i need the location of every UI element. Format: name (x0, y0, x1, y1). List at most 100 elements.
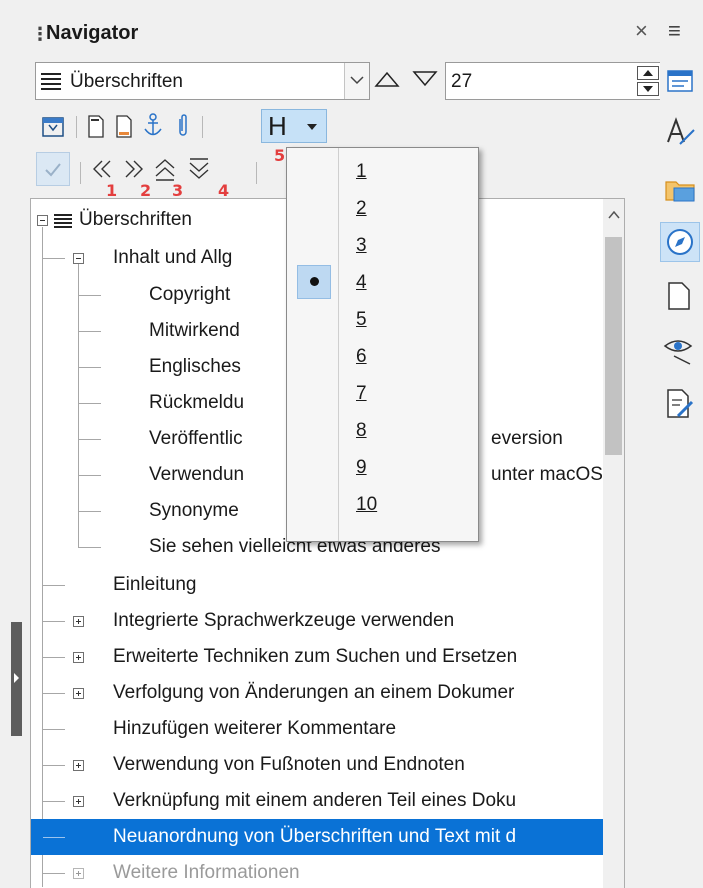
menu-item-label: 3 (356, 235, 367, 256)
collapse-icon[interactable] (73, 253, 84, 264)
left-strip (0, 0, 11, 888)
menu-item-label: 9 (356, 457, 367, 478)
heading-level-item[interactable]: 10 (287, 486, 478, 523)
tree-item-selected[interactable]: Neuanordnung von Überschriften und Text … (31, 819, 624, 855)
heading-level-item[interactable]: 1 (287, 153, 478, 190)
tree-branch (79, 403, 101, 404)
expand-icon[interactable] (73, 868, 84, 879)
combobox-dropdown-button[interactable] (344, 63, 369, 99)
footer-icon[interactable] (112, 110, 136, 142)
heading-level-item-checked[interactable]: 4 (287, 264, 478, 301)
spin-down-button[interactable] (637, 82, 659, 96)
menu-item-label: 2 (356, 198, 367, 219)
manage-changes-icon (667, 389, 694, 418)
expand-icon[interactable] (73, 796, 84, 807)
toolbar-separator (202, 116, 203, 138)
spin-buttons (637, 66, 659, 96)
tree-branch (43, 837, 65, 838)
page-icon (668, 282, 690, 310)
tree-item-label: Integrierte Sprachwerkzeuge verwenden (113, 610, 455, 631)
tree-item-label: Inhalt und Allg (113, 247, 233, 268)
menu-item-label: 6 (356, 346, 367, 367)
tree-scrollbar[interactable] (603, 199, 624, 888)
tree-item[interactable]: Weitere Informationen (31, 855, 624, 888)
heading-level-item[interactable]: 6 (287, 338, 478, 375)
category-combobox[interactable]: Überschriften (35, 62, 370, 100)
heading-level-item[interactable]: 3 (287, 227, 478, 264)
spin-up-button[interactable] (637, 66, 659, 80)
heading-level-item[interactable]: 8 (287, 412, 478, 449)
tree-item-label: Weitere Informationen (113, 862, 300, 883)
compass-icon (667, 229, 693, 255)
tree-branch (79, 331, 101, 332)
marker-5: 5 (274, 146, 286, 165)
anchor-icon[interactable] (140, 110, 166, 142)
tree-branch (79, 439, 101, 440)
tree-item-label: Erweiterte Techniken zum Suchen und Erse… (113, 646, 518, 667)
sidebar-menu-icon[interactable]: ≡ (668, 18, 681, 44)
toolbar-separator (256, 162, 257, 184)
menu-item-label: 7 (356, 383, 367, 404)
heading-level-item[interactable]: 5 (287, 301, 478, 338)
tree-item-label: Veröffentlic (149, 428, 243, 449)
sidebar-styles-button[interactable] (660, 112, 700, 152)
sidebar-gallery-button[interactable] (660, 170, 700, 210)
tree-item[interactable]: Verfolgung von Änderungen an einem Dokum… (31, 675, 624, 711)
tree-item[interactable]: Einleitung (31, 567, 624, 603)
expand-icon[interactable] (73, 760, 84, 771)
toolbar-separator (76, 116, 77, 138)
heading-level-item[interactable]: 9 (287, 449, 478, 486)
properties-icon (667, 70, 693, 92)
tree-item-label: Copyright (149, 284, 231, 305)
tree-branch (43, 621, 65, 622)
gallery-icon (665, 181, 695, 202)
paperclip-icon[interactable] (172, 110, 194, 142)
category-value: Überschriften (70, 71, 183, 92)
expand-icon[interactable] (73, 688, 84, 699)
heading-level-item[interactable]: 2 (287, 190, 478, 227)
menu-item-label: 1 (356, 161, 367, 182)
sidebar-page-button[interactable] (660, 276, 700, 316)
scrollbar-thumb[interactable] (605, 237, 622, 455)
tree-item[interactable]: Hinzufügen weiterer Kommentare (31, 711, 624, 747)
sidebar-style-inspector-button[interactable] (660, 330, 700, 370)
chevron-right-icon (14, 673, 19, 683)
close-icon[interactable]: × (635, 18, 648, 44)
heading-levels-button[interactable]: H (261, 109, 327, 143)
heading-level-item[interactable]: 7 (287, 375, 478, 412)
tree-item[interactable]: Verknüpfung mit einem anderen Teil eines… (31, 783, 624, 819)
tree-item[interactable]: Erweiterte Techniken zum Suchen und Erse… (31, 639, 624, 675)
scroll-up-icon[interactable] (608, 211, 620, 219)
triangle-down-icon (643, 86, 653, 92)
tree-item-label: Verknüpfung mit einem anderen Teil eines… (113, 790, 517, 811)
header-icon[interactable] (84, 110, 108, 142)
tree-branch (79, 511, 101, 512)
menu-item-label: 10 (356, 494, 378, 515)
menu-item-label: 5 (356, 309, 367, 330)
tree-item[interactable]: Integrierte Sprachwerkzeuge verwenden (31, 603, 624, 639)
tree-branch (79, 295, 101, 296)
expand-icon[interactable] (73, 652, 84, 663)
sidebar-manage-changes-button[interactable] (660, 384, 700, 424)
sidebar-properties-button[interactable] (660, 62, 700, 102)
heading-levels-label: H (268, 111, 287, 141)
tree-item[interactable]: Verwendung von Fußnoten und Endnoten (31, 747, 624, 783)
toolbar-separator (80, 162, 81, 184)
next-object-icon[interactable] (412, 70, 438, 88)
tree-branch (79, 475, 101, 476)
tree-branch (43, 729, 65, 730)
collapse-icon[interactable] (37, 215, 48, 226)
previous-object-icon[interactable] (374, 70, 400, 88)
demote-level-icon[interactable] (186, 156, 212, 188)
headings-icon (41, 73, 61, 90)
sidebar-navigator-button[interactable] (660, 222, 700, 262)
tree-branch (43, 873, 65, 874)
position-spinbox[interactable]: 27 (445, 62, 663, 100)
caret-down-icon (307, 124, 317, 130)
content-navigation-view-icon[interactable] (39, 110, 67, 142)
tree-branch (43, 801, 65, 802)
radio-checked-icon (297, 265, 331, 299)
title-bar: ⋮ Navigator × (22, 16, 660, 50)
sidebar-collapse-handle[interactable] (11, 622, 22, 736)
expand-icon[interactable] (73, 616, 84, 627)
